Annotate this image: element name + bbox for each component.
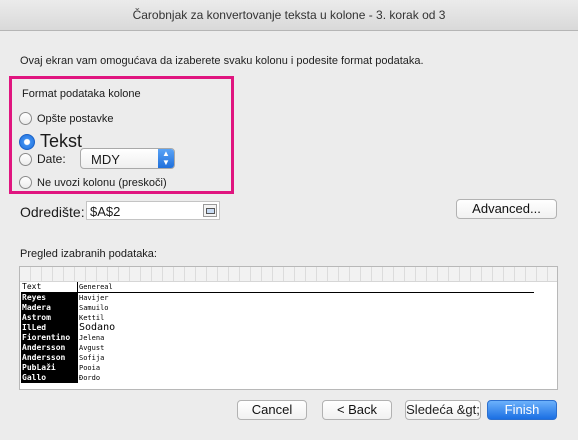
table-row: Andersson Sofija — [21, 353, 534, 363]
table-cell: Kettil — [77, 313, 534, 323]
table-cell: Avgust — [77, 343, 534, 353]
collapse-dialog-icon[interactable] — [203, 204, 217, 217]
table-row: PubLaži Pooia — [21, 363, 534, 373]
date-format-select[interactable]: MDY ▲ ▼ — [80, 148, 175, 169]
cancel-button[interactable]: Cancel — [237, 400, 307, 420]
table-cell: Gallo — [21, 373, 78, 383]
table-row: IlLed Sodano — [21, 323, 534, 333]
table-cell: Havijer — [77, 292, 534, 303]
table-cell: Andersson — [21, 353, 78, 363]
radio-general[interactable]: Opšte postavke — [19, 112, 113, 125]
select-stepper-icon: ▲ ▼ — [158, 149, 174, 168]
radio-text[interactable]: Tekst — [19, 131, 82, 152]
table-cell: Đordo — [77, 373, 534, 383]
preview-table: Text Genereal Reyes Havijer Madera Samui… — [21, 282, 534, 383]
destination-label: Odredište: — [20, 204, 85, 220]
radio-date-label: Date: — [37, 152, 66, 166]
radio-general-label: Opšte postavke — [37, 112, 114, 125]
window-title: Čarobnjak za konvertovanje teksta u kolo… — [132, 8, 446, 22]
radio-skip[interactable]: Ne uvozi kolonu (preskoči) — [19, 176, 167, 189]
radio-text-icon[interactable] — [19, 133, 35, 150]
table-cell: Astrom — [21, 313, 78, 323]
destination-value: $A$2 — [90, 204, 121, 219]
table-cell: PubLaži — [21, 363, 78, 373]
table-row: Gallo Đordo — [21, 373, 534, 383]
title-bar: Čarobnjak za konvertovanje teksta u kolo… — [0, 0, 578, 31]
advanced-button[interactable]: Advanced... — [456, 199, 557, 219]
radio-skip-label: Ne uvozi kolonu (preskoči) — [37, 176, 167, 189]
radio-text-label: Tekst — [40, 131, 83, 151]
back-button[interactable]: < Back — [322, 400, 392, 420]
next-button[interactable]: Sledeća &gt; — [405, 400, 481, 420]
table-row: Reyes Havijer — [21, 292, 534, 303]
radio-general-icon[interactable] — [19, 112, 32, 125]
column-format-label: Format podataka kolone — [22, 88, 141, 100]
table-row: Andersson Avgust — [21, 343, 534, 353]
preview-header-cell[interactable]: Genereal — [77, 282, 534, 293]
preview-header-cell[interactable]: Text — [21, 282, 78, 293]
preview-header-row: Text Genereal — [21, 282, 534, 293]
date-format-value: MDY — [91, 152, 120, 167]
table-cell: Pooia — [77, 363, 534, 373]
table-cell: Fiorentino — [21, 333, 78, 343]
table-row: Madera Samuilo — [21, 303, 534, 313]
data-preview[interactable]: Text Genereal Reyes Havijer Madera Samui… — [19, 266, 558, 390]
table-cell: Jelena — [77, 333, 534, 343]
table-cell: Sodano — [77, 323, 534, 333]
preview-label: Pregled izabranih podataka: — [20, 248, 157, 260]
instructions-text: Ovaj ekran vam omogućava da izaberete sv… — [20, 55, 424, 67]
table-cell: IlLed — [21, 323, 78, 333]
table-row: Fiorentino Jelena — [21, 333, 534, 343]
radio-skip-icon[interactable] — [19, 176, 32, 189]
table-cell: Reyes — [21, 292, 78, 303]
preview-column-ruler[interactable] — [20, 267, 557, 282]
table-cell: Andersson — [21, 343, 78, 353]
radio-date-icon[interactable] — [19, 152, 32, 166]
finish-button[interactable]: Finish — [487, 400, 557, 420]
table-cell: Samuilo — [77, 303, 534, 313]
radio-date[interactable]: Date: — [19, 152, 66, 166]
table-cell: Madera — [21, 303, 78, 313]
destination-field[interactable]: $A$2 — [86, 201, 220, 220]
table-cell: Sofija — [77, 353, 534, 363]
